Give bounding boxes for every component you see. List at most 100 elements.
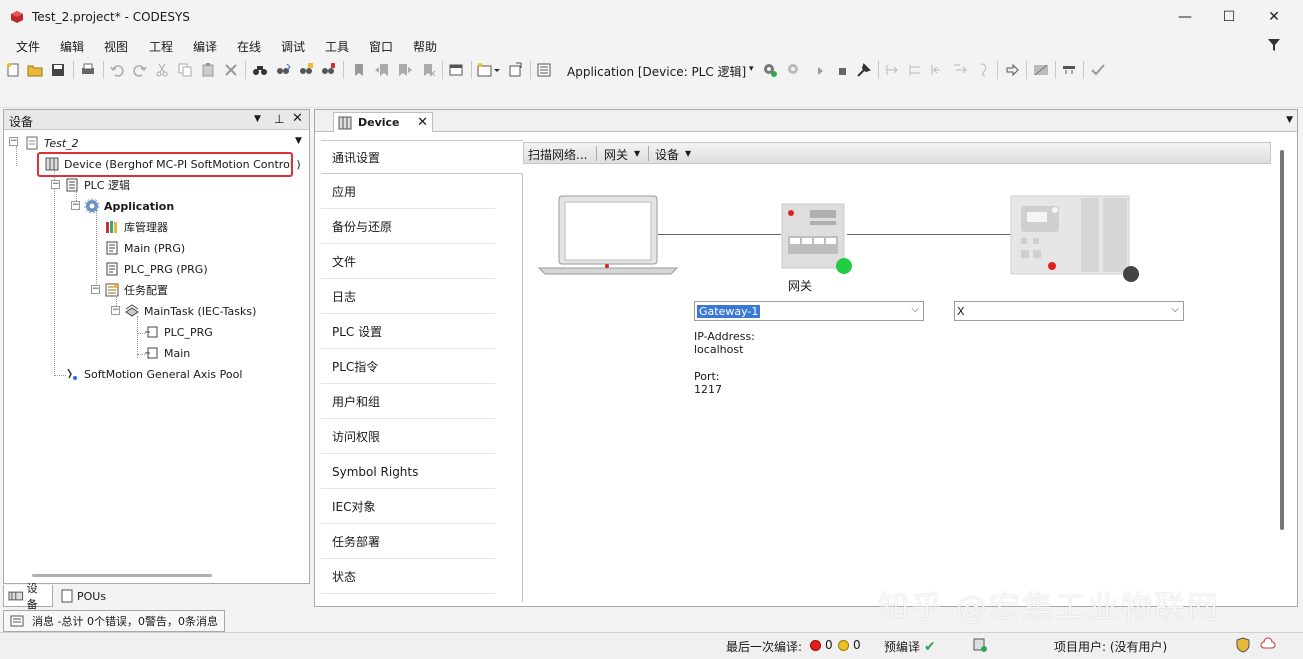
paste-icon[interactable] xyxy=(200,62,216,78)
run-to-cursor-icon[interactable] xyxy=(952,62,968,78)
close-tab-icon[interactable]: ✕ xyxy=(417,115,428,130)
set-next-statement-icon[interactable] xyxy=(975,62,991,78)
tree-collapse-toggle[interactable]: − xyxy=(9,137,18,146)
tree-dropdown-icon[interactable]: ▼ xyxy=(295,136,302,146)
tree-item-plc-prg[interactable]: PLC_PRG (PRG) xyxy=(104,259,208,279)
minimize-button[interactable]: — xyxy=(1162,4,1208,30)
nav-applications[interactable]: 应用 xyxy=(321,175,495,209)
close-window-button[interactable]: ✕ xyxy=(1251,4,1297,30)
show-current-statement-icon[interactable] xyxy=(1004,62,1020,78)
tree-item-main-prg[interactable]: Main (PRG) xyxy=(104,238,185,258)
add-object-dropdown-icon[interactable] xyxy=(477,62,501,78)
tab-device[interactable]: Device ✕ xyxy=(333,112,433,132)
gateway-select[interactable]: Gateway-1 ⌵ xyxy=(694,301,924,321)
menu-build[interactable]: 编译 xyxy=(193,38,217,55)
tab-devices[interactable]: 设备 xyxy=(3,582,53,611)
tab-list-dropdown-icon[interactable]: ▼ xyxy=(1286,115,1293,125)
menu-help[interactable]: 帮助 xyxy=(413,38,437,55)
nav-plc-shell[interactable]: PLC指令 xyxy=(321,350,495,384)
vertical-scrollbar[interactable] xyxy=(1280,150,1284,530)
step-into-icon[interactable] xyxy=(907,62,923,78)
nav-communication-settings[interactable]: 通讯设置 xyxy=(321,140,523,174)
prev-bookmark-icon[interactable] xyxy=(374,62,390,78)
nav-files[interactable]: 文件 xyxy=(321,245,495,279)
find-icon[interactable] xyxy=(252,62,268,78)
filter-icon[interactable] xyxy=(1267,38,1281,52)
tree-collapse-toggle[interactable]: − xyxy=(111,306,120,315)
error-count[interactable]: 0 xyxy=(810,638,833,652)
scan-network-button[interactable]: 扫描网络... xyxy=(528,146,587,163)
new-project-icon[interactable] xyxy=(5,62,21,78)
write-values-icon[interactable] xyxy=(1061,62,1077,78)
cloud-sync-icon[interactable] xyxy=(1260,637,1276,651)
nav-plc-settings[interactable]: PLC 设置 xyxy=(321,315,495,349)
tree-item-main-task[interactable]: MainTask (IEC-Tasks) xyxy=(124,301,256,321)
tree-item-plc-prg-call[interactable]: PLC_PRG xyxy=(144,322,213,342)
tree-item-plc-logic[interactable]: PLC 逻辑 xyxy=(64,175,130,195)
active-application-label[interactable]: Application [Device: PLC 逻辑] xyxy=(567,63,746,80)
horizontal-scrollbar[interactable] xyxy=(32,574,212,577)
nav-symbol-rights[interactable]: Symbol Rights xyxy=(321,455,495,489)
menu-debug[interactable]: 调试 xyxy=(281,38,305,55)
breakpoints-icon[interactable] xyxy=(1033,62,1049,78)
next-bookmark-icon[interactable] xyxy=(397,62,413,78)
messages-bar[interactable]: 消息 -总计 0个错误，0警告，0条消息 xyxy=(3,610,225,632)
nav-iec-objects[interactable]: IEC对象 xyxy=(321,490,495,524)
step-over-icon[interactable] xyxy=(884,62,900,78)
shield-icon[interactable] xyxy=(1236,637,1250,653)
menu-window[interactable]: 窗口 xyxy=(369,38,393,55)
tree-collapse-toggle[interactable]: − xyxy=(51,180,60,189)
clear-bookmarks-icon[interactable] xyxy=(420,62,436,78)
menu-tools[interactable]: 工具 xyxy=(325,38,349,55)
menu-edit[interactable]: 编辑 xyxy=(60,38,84,55)
redo-icon[interactable] xyxy=(132,62,148,78)
target-device-icon[interactable] xyxy=(1009,194,1145,288)
device-menu-button[interactable]: 设备 xyxy=(655,146,679,163)
nav-status[interactable]: 状态 xyxy=(321,560,495,594)
tree-collapse-toggle[interactable]: − xyxy=(91,285,100,294)
delete-icon[interactable] xyxy=(223,62,239,78)
save-icon[interactable] xyxy=(50,62,66,78)
tree-item-library-manager[interactable]: 库管理器 xyxy=(104,217,168,237)
gateway-menu-arrow-icon[interactable]: ▼ xyxy=(634,149,640,158)
precompile-status[interactable]: 预编译 ✔ xyxy=(884,638,936,655)
keypad-icon[interactable] xyxy=(536,62,552,78)
tree-item-task-config[interactable]: 任务配置 xyxy=(104,280,168,300)
panel-menu-icon[interactable]: ▼ xyxy=(254,114,261,124)
device-status-icon[interactable] xyxy=(972,637,988,653)
nav-users-groups[interactable]: 用户和组 xyxy=(321,385,495,419)
open-project-icon[interactable] xyxy=(27,62,43,78)
nav-backup-restore[interactable]: 备份与还原 xyxy=(321,210,495,244)
active-application-dropdown-icon[interactable]: ▾ xyxy=(749,64,754,74)
insert-object-icon[interactable] xyxy=(507,62,523,78)
nav-access-rights[interactable]: 访问权限 xyxy=(321,420,495,454)
maximize-button[interactable]: ☐ xyxy=(1206,4,1252,30)
menu-file[interactable]: 文件 xyxy=(16,38,40,55)
gateway-device-icon[interactable] xyxy=(780,202,858,280)
stop-icon[interactable] xyxy=(834,62,850,78)
find-next-icon[interactable] xyxy=(275,62,291,78)
bookmark-icon[interactable] xyxy=(351,62,367,78)
tree-collapse-toggle[interactable]: − xyxy=(71,201,80,210)
nav-log[interactable]: 日志 xyxy=(321,280,495,314)
step-out-icon[interactable] xyxy=(929,62,945,78)
tree-item-axis-pool[interactable]: SoftMotion General Axis Pool xyxy=(64,364,242,384)
device-menu-arrow-icon[interactable]: ▼ xyxy=(685,149,691,158)
start-icon[interactable] xyxy=(812,62,828,78)
menu-view[interactable]: 视图 xyxy=(104,38,128,55)
cut-icon[interactable] xyxy=(154,62,170,78)
warning-count[interactable]: 0 xyxy=(838,638,861,652)
login-icon[interactable] xyxy=(762,62,778,78)
menu-online[interactable]: 在线 xyxy=(237,38,261,55)
window-layout-icon[interactable] xyxy=(448,62,464,78)
logout-icon[interactable] xyxy=(786,62,802,78)
copy-icon[interactable] xyxy=(177,62,193,78)
close-panel-icon[interactable]: ✕ xyxy=(292,111,303,126)
tree-item-project[interactable]: Test_2 xyxy=(24,133,79,153)
force-values-icon[interactable] xyxy=(1090,62,1106,78)
reset-tools-icon[interactable] xyxy=(856,62,872,78)
device-select[interactable]: X ⌵ xyxy=(954,301,1184,321)
nav-task-deployment[interactable]: 任务部署 xyxy=(321,525,495,559)
find-in-project-icon[interactable] xyxy=(320,62,336,78)
replace-icon[interactable] xyxy=(298,62,314,78)
